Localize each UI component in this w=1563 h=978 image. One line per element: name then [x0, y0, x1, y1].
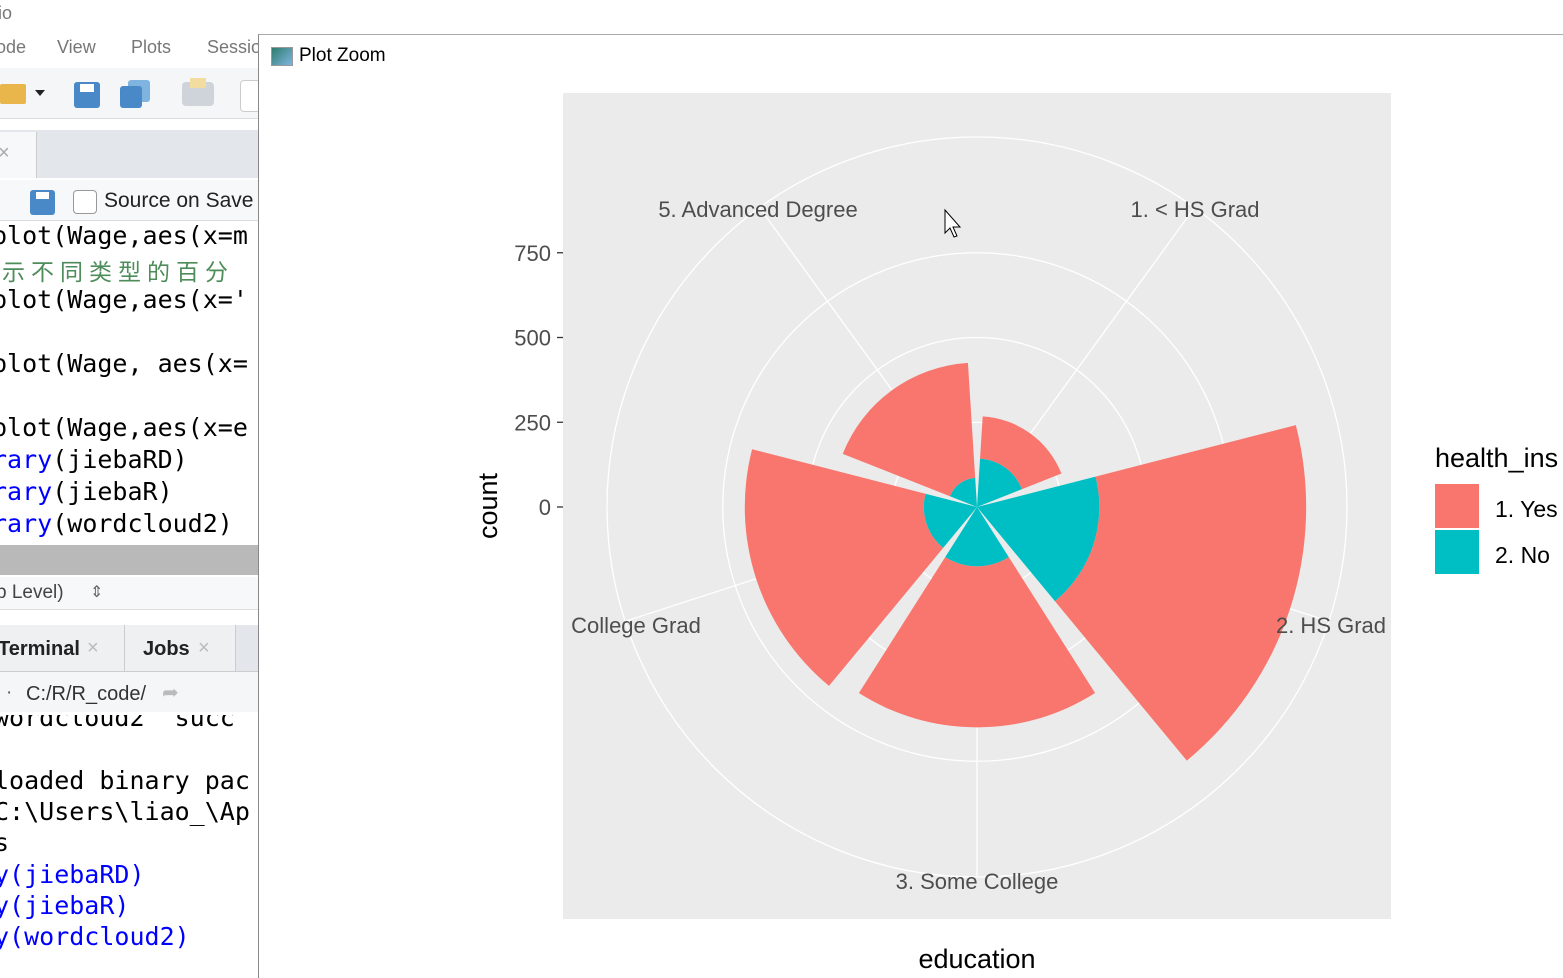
menu-plots[interactable]: Plots	[131, 37, 171, 58]
plot-zoom-window: Plot Zoom 1. < HS Grad 2. HS Grad 3. Some …	[258, 34, 1563, 978]
tab-terminal[interactable]: Terminal ×	[0, 625, 125, 671]
code-line: rary(jiebaRD)	[0, 445, 188, 474]
console-line: C:\Users\liao_\Ap	[0, 797, 250, 826]
console-line: s	[0, 828, 10, 857]
code-line: plot(Wage, aes(x=	[0, 349, 248, 378]
updown-icon[interactable]: ⇕	[90, 582, 103, 602]
window-title: io	[0, 3, 13, 23]
separator-dot: ·	[6, 682, 13, 703]
legend-key	[1435, 484, 1479, 528]
legend-label: 2. No	[1495, 542, 1550, 568]
category-label: 5. Advanced Degree	[658, 197, 857, 222]
y-tick-label: 500	[514, 326, 551, 351]
editor-tab[interactable]: ×	[0, 132, 37, 178]
category-label: 2. HS Grad	[1276, 613, 1386, 638]
y-tick-label: 750	[514, 241, 551, 266]
category-label: College Grad	[571, 613, 701, 638]
code-args: (wordcloud2)	[52, 509, 233, 538]
code-line: plot(Wage,aes(x='	[0, 285, 248, 314]
code-line: plot(Wage,aes(x=e	[0, 413, 248, 442]
legend-label: 1. Yes	[1495, 496, 1558, 522]
keyword: rary	[0, 445, 53, 474]
menu-bar: ode View Plots Sessio	[0, 28, 258, 66]
console-line: y(jiebaRD)	[0, 860, 145, 889]
scope-bar: p Level) ⇕	[0, 577, 258, 610]
tab-jobs-label: Jobs	[143, 638, 190, 660]
menu-session[interactable]: Sessio	[207, 37, 258, 58]
legend-title: health_ins	[1435, 443, 1558, 473]
y-axis-title: count	[473, 472, 503, 539]
console-line: loaded binary pac	[0, 766, 250, 795]
code-args: (jiebaR)	[52, 477, 173, 506]
x-axis-title: education	[918, 944, 1035, 974]
code-line: rary(jiebaR)	[0, 477, 173, 506]
keyword: rary	[0, 509, 53, 538]
console-line: y(jiebaR)	[0, 891, 130, 920]
scope-selector[interactable]: p Level)	[0, 582, 64, 604]
main-toolbar	[0, 68, 258, 119]
keyword: rary	[0, 477, 53, 506]
category-label: 3. Some College	[896, 869, 1059, 894]
close-tab-icon[interactable]: ×	[0, 142, 10, 165]
code-line: rary(wordcloud2)	[0, 509, 233, 538]
close-tab-icon[interactable]: ×	[198, 637, 210, 660]
open-file-icon[interactable]	[0, 84, 26, 104]
toolbar-button[interactable]	[240, 80, 258, 112]
editor-tab-bar: ×	[0, 130, 258, 178]
code-args: (jiebaRD)	[52, 445, 188, 474]
save-icon[interactable]	[74, 82, 100, 108]
console-tab-bar: Terminal × Jobs ×	[0, 625, 258, 672]
tab-jobs[interactable]: Jobs ×	[125, 625, 236, 671]
code-line: plot(Wage,aes(x=m	[0, 221, 248, 250]
legend-key	[1435, 530, 1479, 574]
source-on-save-checkbox[interactable]	[73, 190, 97, 214]
console-path-bar: · C:/R/R_code/ ➦	[0, 672, 258, 712]
save-all-icon[interactable]	[120, 80, 150, 108]
code-comment: 示不同类型的百分	[2, 260, 234, 286]
console-line: y(wordcloud2)	[0, 922, 190, 951]
close-tab-icon[interactable]: ×	[87, 637, 99, 660]
save-icon[interactable]	[30, 190, 55, 215]
y-tick-label: 250	[514, 410, 551, 435]
working-directory[interactable]: C:/R/R_code/	[26, 683, 146, 706]
y-tick-label: 0	[539, 495, 551, 520]
go-to-directory-icon[interactable]: ➦	[162, 680, 179, 705]
rstudio-main-window: io ode View Plots Sessio × Source on Sav…	[0, 0, 258, 977]
menu-view[interactable]: View	[57, 37, 96, 58]
chevron-down-icon[interactable]	[35, 90, 45, 96]
source-on-save-label: Source on Save	[104, 189, 254, 212]
polar-bar-chart: 1. < HS Grad 2. HS Grad 3. Some College Col…	[473, 93, 1558, 974]
menu-code[interactable]: ode	[0, 37, 26, 58]
horizontal-scrollbar[interactable]	[0, 545, 258, 575]
tab-terminal-label: Terminal	[0, 638, 80, 660]
print-icon[interactable]	[182, 78, 214, 106]
category-label: 1. < HS Grad	[1130, 197, 1259, 222]
editor-toolbar: Source on Save	[0, 180, 258, 221]
